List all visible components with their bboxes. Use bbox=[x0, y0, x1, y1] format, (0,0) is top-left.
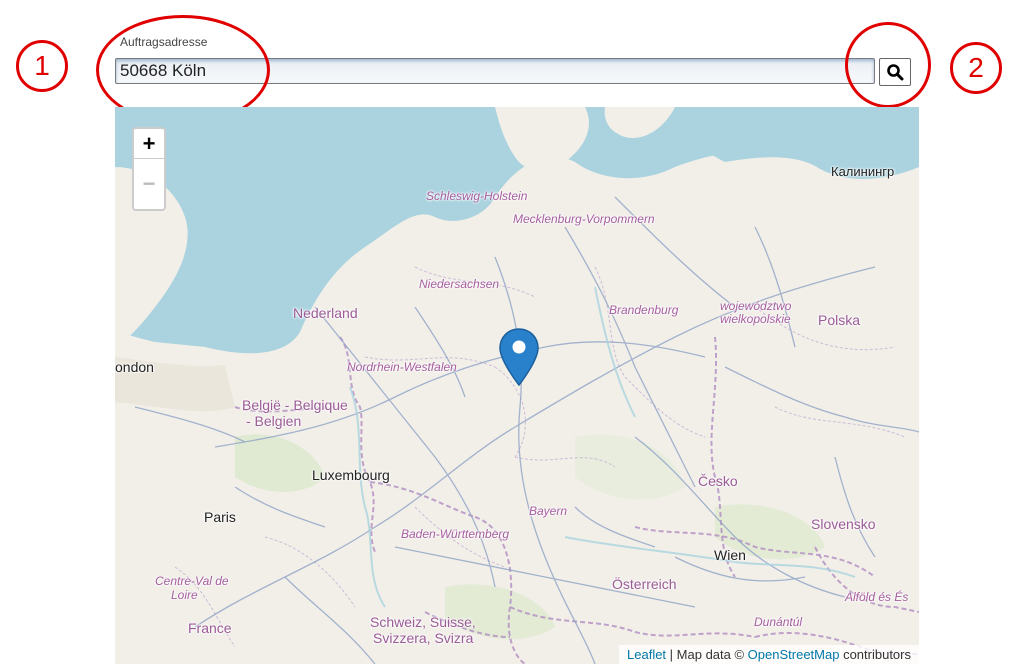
map[interactable]: Калинингр Schleswig-Holstein Mecklenburg… bbox=[115, 107, 919, 664]
place-brandenburg: Brandenburg bbox=[609, 303, 679, 317]
place-nrw: Nordrhein-Westfalen bbox=[347, 360, 457, 374]
place-cesko: Česko bbox=[698, 473, 738, 489]
place-wien: Wien bbox=[714, 547, 746, 563]
attribution-text: | Map data © bbox=[666, 647, 748, 662]
place-niedersachsen: Niedersachsen bbox=[419, 277, 500, 291]
place-bw: Baden-Württemberg bbox=[401, 527, 510, 541]
search-icon bbox=[887, 64, 904, 81]
address-input[interactable] bbox=[115, 58, 875, 84]
zoom-in-button[interactable]: + bbox=[134, 129, 164, 159]
place-schweiz-1: Schweiz, Suisse, bbox=[370, 614, 476, 630]
search-button[interactable] bbox=[879, 58, 911, 86]
place-wielkopolskie: wielkopolskie bbox=[720, 312, 791, 326]
place-centre-1: Centre-Val de bbox=[155, 574, 229, 588]
place-osterreich: Österreich bbox=[612, 576, 677, 592]
place-slovensko: Slovensko bbox=[811, 516, 876, 532]
leaflet-link[interactable]: Leaflet bbox=[627, 647, 666, 662]
place-centre-2: Loire bbox=[171, 588, 198, 602]
map-attribution: Leaflet | Map data © OpenStreetMap contr… bbox=[619, 645, 919, 664]
place-polska: Polska bbox=[818, 312, 861, 328]
address-label: Auftragsadresse bbox=[120, 35, 208, 49]
zoom-control: + − bbox=[132, 127, 166, 211]
place-mecklenburg: Mecklenburg-Vorpommern bbox=[513, 212, 655, 226]
place-paris: Paris bbox=[204, 509, 236, 525]
zoom-out-button[interactable]: − bbox=[134, 159, 164, 208]
place-bayern: Bayern bbox=[529, 504, 568, 518]
attribution-suffix: contributors bbox=[839, 647, 911, 662]
place-france: France bbox=[188, 620, 232, 636]
place-schleswig-holstein: Schleswig-Holstein bbox=[426, 189, 528, 203]
place-kaliningrad: Калинингр bbox=[831, 164, 895, 179]
place-london: ondon bbox=[115, 359, 154, 375]
place-alfold: Alföld és És bbox=[845, 590, 909, 604]
place-nederland: Nederland bbox=[293, 305, 358, 321]
place-dunantul: Dunántúl bbox=[754, 615, 803, 629]
callout-number-2: 2 bbox=[950, 42, 1002, 94]
place-belgie-1: België - Belgique bbox=[242, 397, 348, 413]
place-luxembourg: Luxembourg bbox=[312, 467, 390, 483]
callout-number-1: 1 bbox=[16, 40, 68, 92]
openstreetmap-link[interactable]: OpenStreetMap bbox=[748, 647, 840, 662]
place-belgie-2: - Belgien bbox=[246, 413, 302, 429]
place-wojewodztwo: województwo bbox=[720, 299, 792, 313]
map-marker-icon[interactable] bbox=[499, 328, 539, 386]
place-schweiz-2: Svizzera, Svizra bbox=[373, 630, 474, 646]
